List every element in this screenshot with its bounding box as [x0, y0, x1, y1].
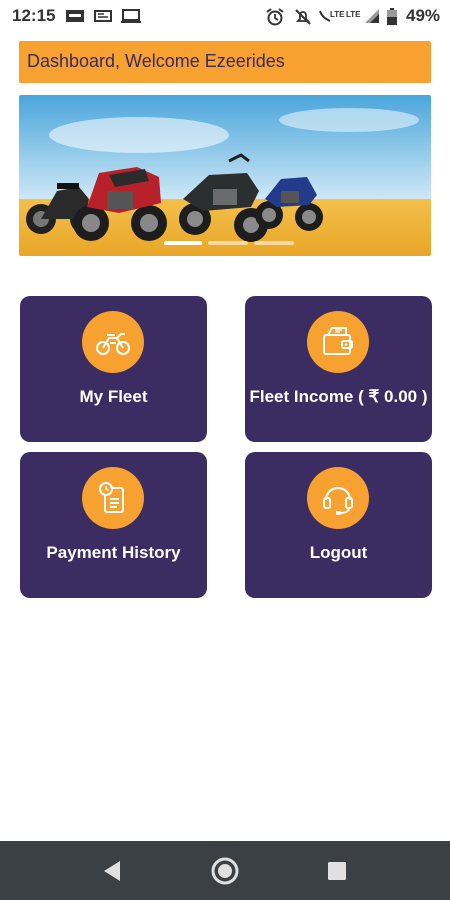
payment-history-tile[interactable]: Payment History: [20, 452, 207, 598]
status-time: 12:15: [12, 6, 56, 25]
payment-history-label: Payment History: [46, 543, 181, 562]
signal-icon: [364, 8, 380, 24]
status-bar: 12:15 LTE LTE 49%: [0, 0, 450, 32]
alarm-icon: [266, 8, 284, 26]
page-title: Dashboard, Welcome Ezeerides: [27, 51, 285, 71]
network-label-icon: LTE LTE: [318, 7, 364, 23]
sim-icon: [65, 8, 85, 24]
battery-icon: [387, 8, 397, 25]
back-icon[interactable]: [98, 856, 128, 886]
battery-percent: 49%: [406, 6, 441, 25]
headset-icon: [307, 467, 369, 529]
clock-document-icon: [82, 467, 144, 529]
svg-text:LTE: LTE: [330, 10, 345, 19]
cast-icon: [93, 8, 113, 24]
recents-icon[interactable]: [322, 856, 352, 886]
logout-tile[interactable]: Logout: [245, 452, 432, 598]
my-fleet-label: My Fleet: [79, 387, 148, 406]
banner-dot-1[interactable]: [164, 241, 202, 245]
mute-icon: [294, 8, 312, 25]
my-fleet-tile[interactable]: My Fleet: [20, 296, 207, 442]
fleet-income-tile[interactable]: Fleet Income ( ₹ 0.00 ): [245, 296, 432, 442]
logout-label: Logout: [309, 543, 368, 562]
home-icon[interactable]: [210, 856, 240, 886]
dashboard-header: Dashboard, Welcome Ezeerides: [19, 41, 431, 83]
banner-pagination: [164, 241, 294, 245]
app-screen: 12:15 LTE LTE 49% Dashboard, Welcome Ezee…: [0, 0, 450, 900]
svg-text:LTE: LTE: [346, 10, 361, 19]
wallet-icon: [307, 311, 369, 373]
banner-dot-2[interactable]: [208, 241, 248, 245]
fleet-income-label: Fleet Income ( ₹ 0.00 ): [249, 387, 428, 406]
promo-banner[interactable]: [19, 95, 431, 256]
laptop-icon: [120, 8, 142, 24]
system-nav-bar: [0, 841, 450, 900]
banner-dot-3[interactable]: [254, 241, 294, 245]
motorbike-icon: [82, 311, 144, 373]
motorcycles-banner-image: [19, 95, 431, 256]
